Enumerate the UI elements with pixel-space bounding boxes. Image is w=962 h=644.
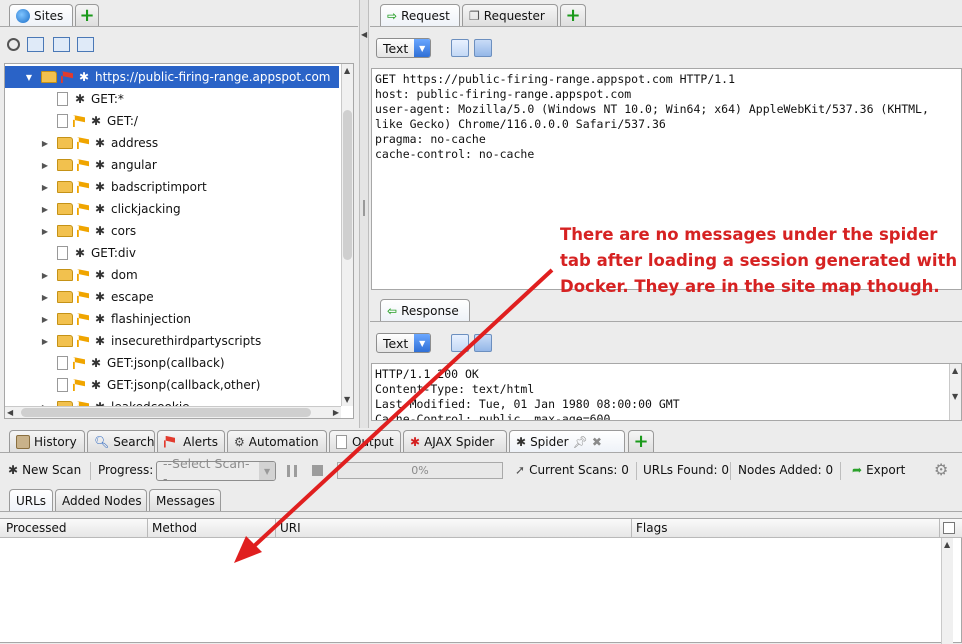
annotation-arrow-line: [250, 268, 554, 550]
annotation-arrow: [234, 268, 554, 563]
